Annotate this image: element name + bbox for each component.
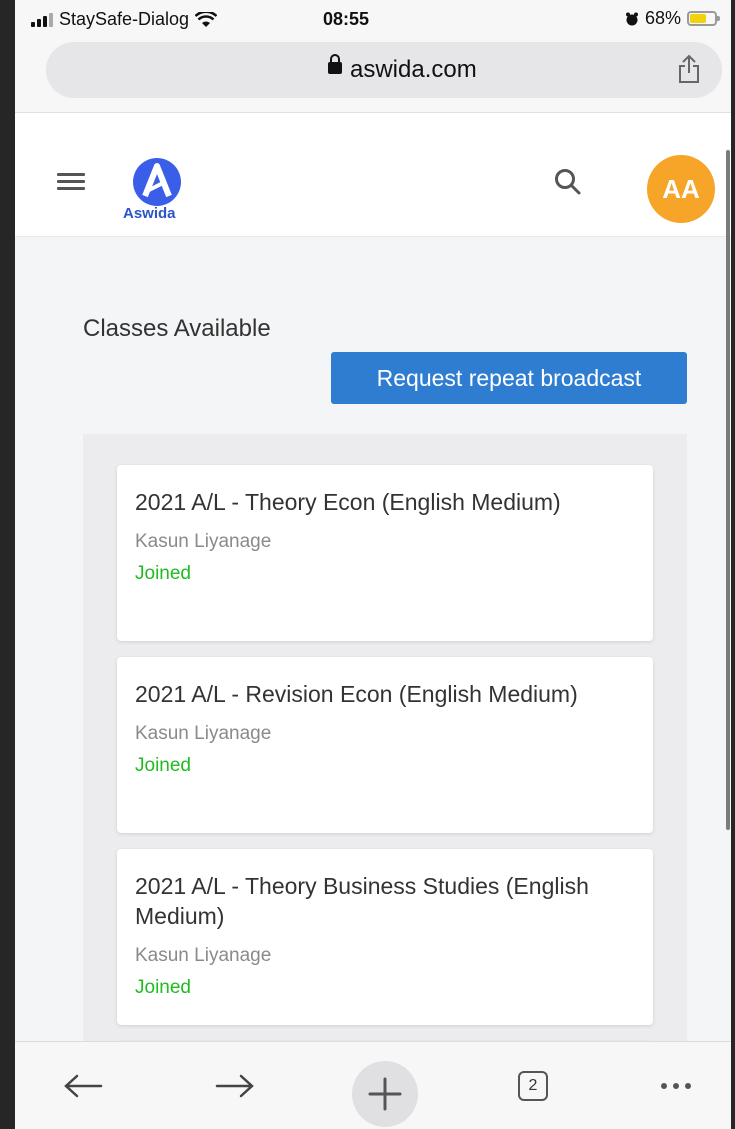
new-tab-button[interactable] [351,1042,419,1129]
class-status: Joined [135,563,191,584]
tab-count: 2 [518,1071,548,1101]
clock: 08:55 [323,9,370,29]
class-list: 2021 A/L - Theory Econ (English Medium) … [83,434,687,1101]
class-status: Joined [135,755,191,776]
back-button[interactable] [55,1042,111,1129]
more-icon [661,1083,691,1089]
forward-button[interactable] [207,1042,263,1129]
class-teacher: Kasun Liyanage [135,531,272,552]
page-content: Classes Available Request repeat broadca… [15,237,731,1101]
signal-icon [31,12,53,27]
back-arrow-icon [64,1074,103,1098]
page-title: Classes Available [83,315,271,342]
class-title: 2021 A/L - Theory Business Studies (Engl… [135,873,589,929]
phone-frame: StaySafe-Dialog 08:55 68% aswida.com Asw… [0,0,735,1129]
search-icon[interactable] [554,168,582,196]
url-domain: aswida.com [350,56,477,83]
lock-icon [328,54,342,74]
app-header: Aswida AA [15,113,731,237]
class-status: Joined [135,977,191,998]
status-bar: StaySafe-Dialog 08:55 68% [15,0,731,36]
carrier-name: StaySafe-Dialog [59,9,190,29]
more-menu-button[interactable] [651,1042,701,1129]
request-repeat-broadcast-button[interactable]: Request repeat broadcast [331,352,687,404]
class-title: 2021 A/L - Revision Econ (English Medium… [135,681,578,707]
avatar[interactable]: AA [647,155,715,223]
class-title: 2021 A/L - Theory Econ (English Medium) [135,489,561,515]
browser-screen: StaySafe-Dialog 08:55 68% aswida.com Asw… [15,0,731,1129]
class-card[interactable]: 2021 A/L - Theory Business Studies (Engl… [117,849,653,1025]
browser-address-area: aswida.com [15,36,731,113]
tab-switcher-button[interactable]: 2 [511,1042,555,1129]
status-right-group: 68% [625,8,720,29]
battery-percent: 68% [644,8,681,28]
address-bar[interactable]: aswida.com [46,42,722,98]
share-icon[interactable] [678,54,700,84]
wifi-icon [195,11,218,27]
browser-toolbar: 2 [15,1041,731,1129]
forward-arrow-icon [215,1074,254,1098]
class-card[interactable]: 2021 A/L - Theory Econ (English Medium) … [117,465,653,641]
class-card[interactable]: 2021 A/L - Revision Econ (English Medium… [117,657,653,833]
plus-icon [368,1077,402,1111]
alarm-icon [625,12,638,25]
new-tab-circle [352,1061,418,1127]
carrier-group: StaySafe-Dialog [31,9,218,30]
page-scrollbar[interactable] [726,150,730,830]
battery-icon [687,11,720,26]
class-teacher: Kasun Liyanage [135,945,272,966]
battery-fill [690,14,707,23]
logo-text: Aswida [123,205,176,222]
menu-icon[interactable] [57,173,85,191]
class-teacher: Kasun Liyanage [135,723,272,744]
